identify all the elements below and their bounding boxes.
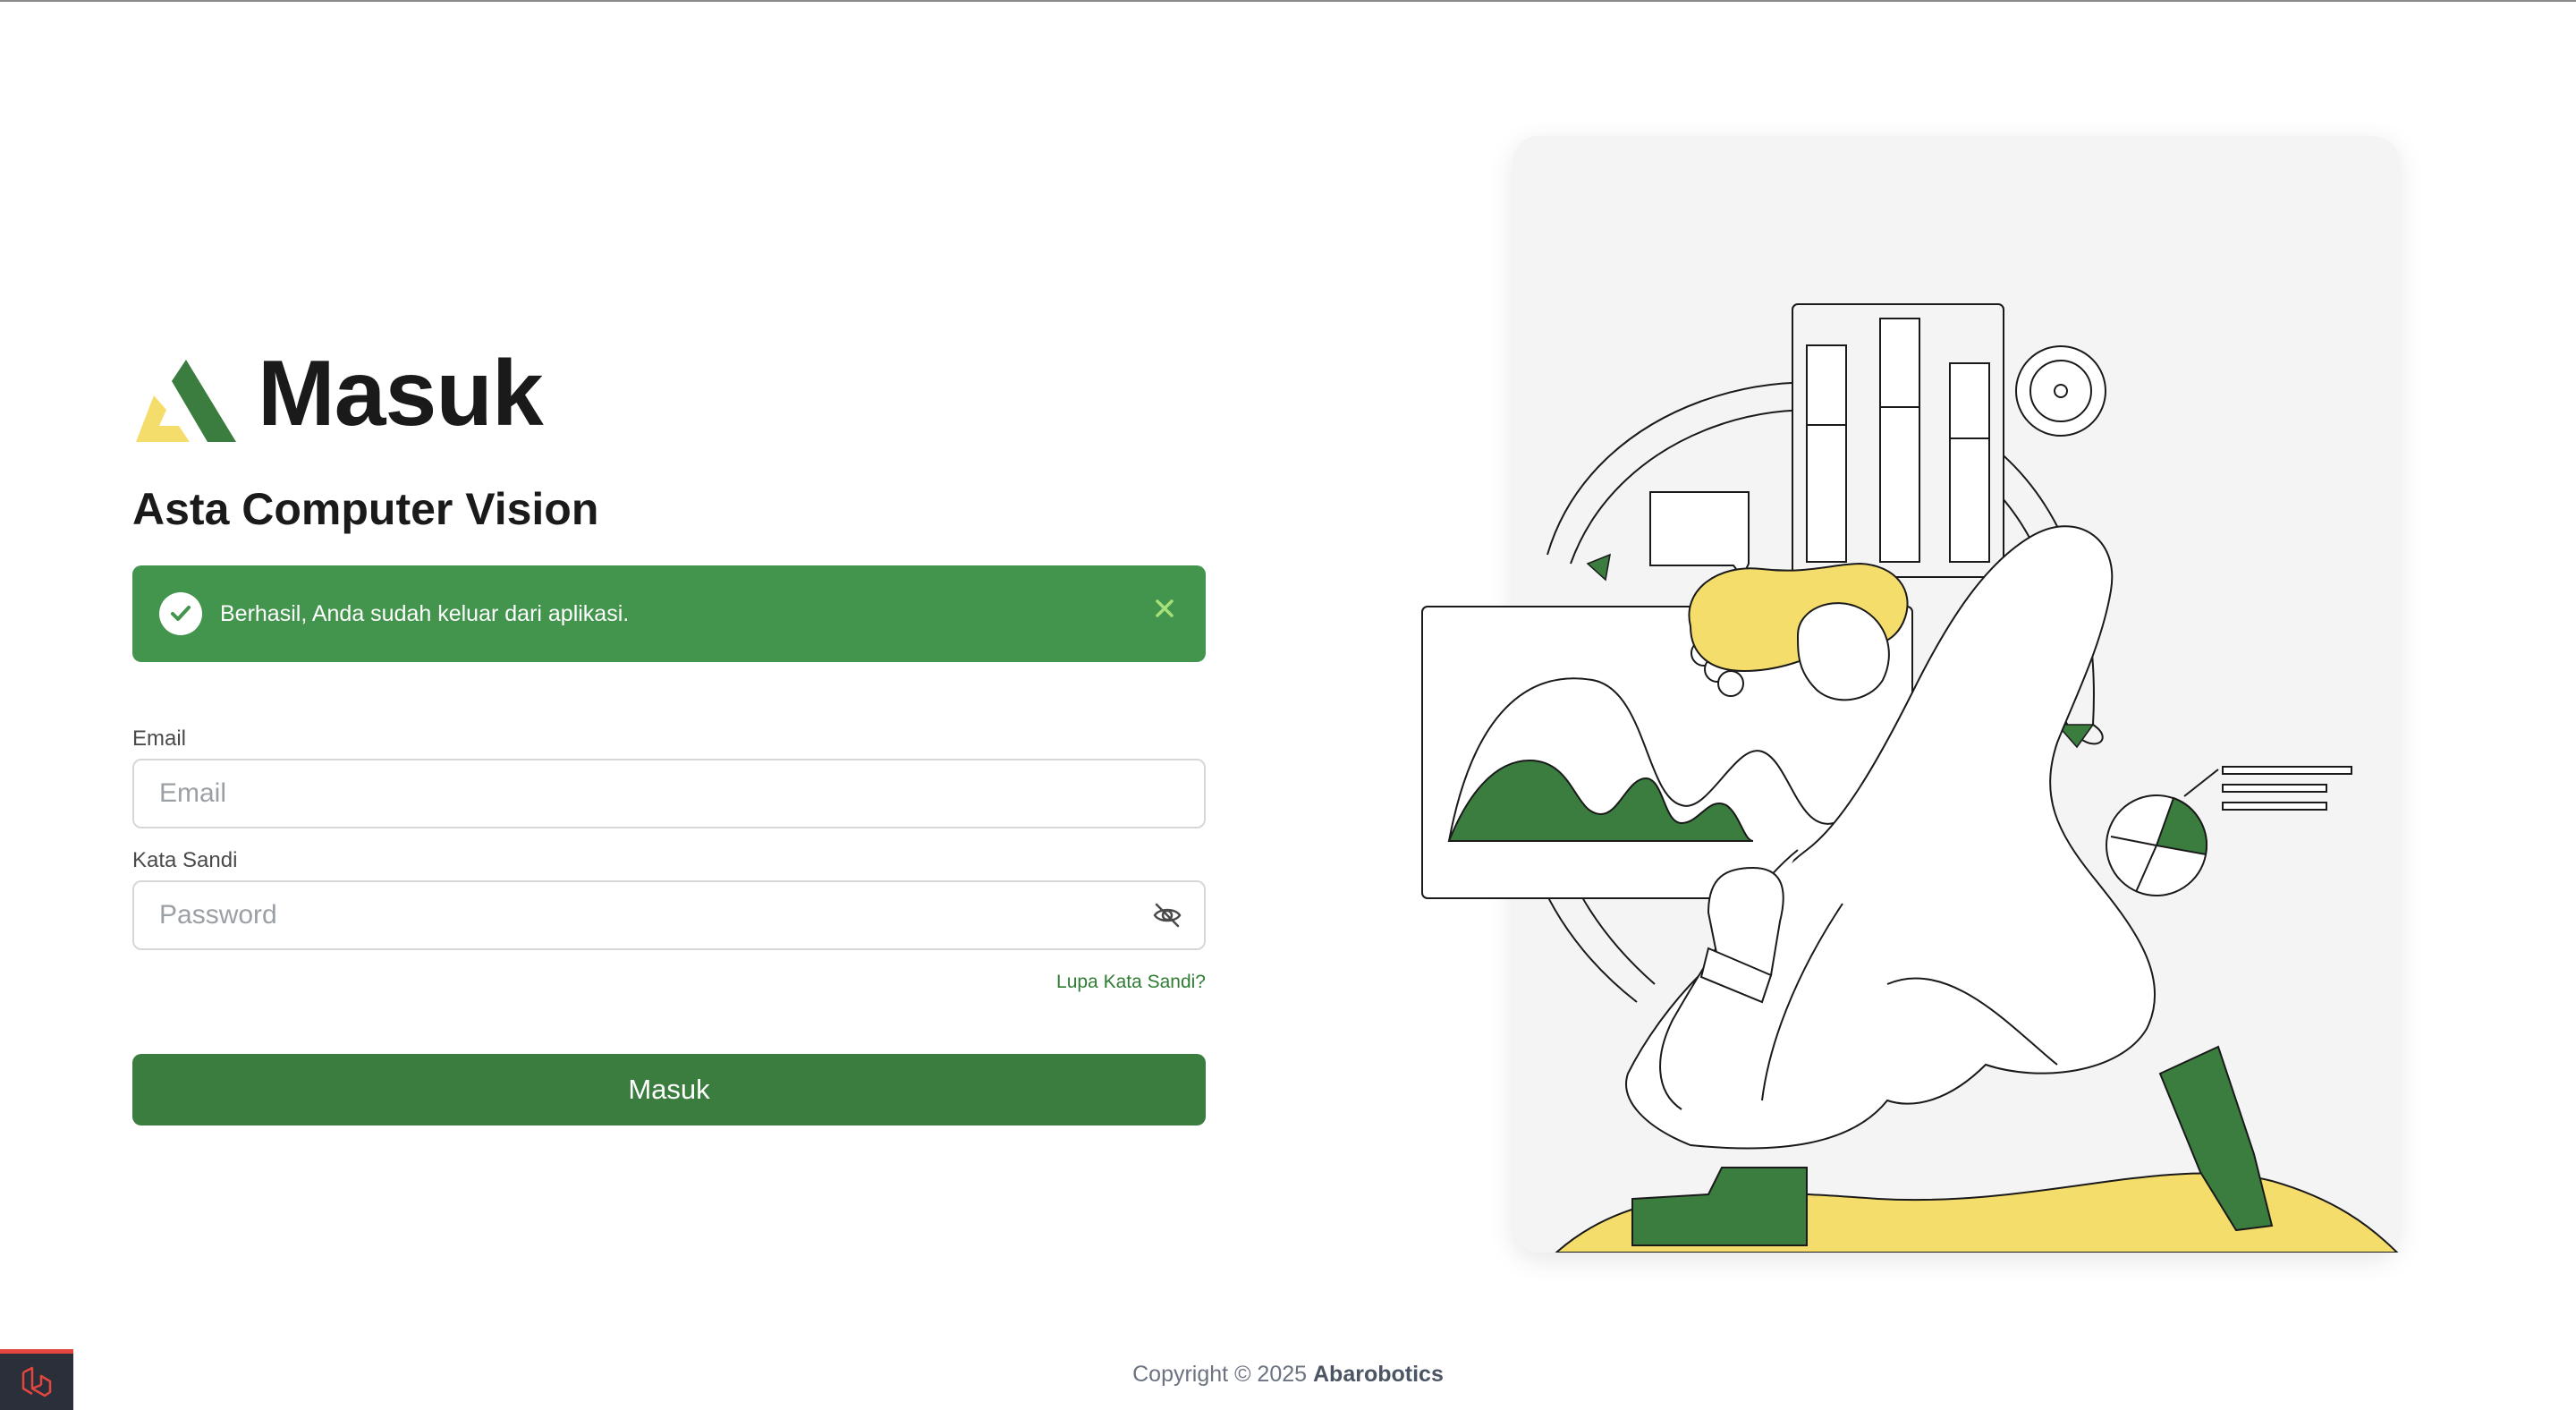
app-subtitle: Asta Computer Vision: [132, 484, 599, 534]
password-group: Kata Sandi: [132, 848, 1206, 950]
laravel-icon: [21, 1366, 52, 1397]
company-name: Abarobotics: [1313, 1362, 1444, 1387]
close-icon[interactable]: [1147, 590, 1182, 626]
eye-off-icon[interactable]: [1152, 900, 1182, 930]
success-alert: Berhasil, Anda sudah keluar dari aplikas…: [132, 565, 1206, 662]
check-circle-icon: [159, 592, 202, 635]
login-button[interactable]: Masuk: [132, 1054, 1206, 1125]
login-panel: Masuk Asta Computer Vision Berhasil, And…: [132, 340, 1206, 1125]
top-border: [0, 0, 2576, 2]
debug-toolbar-toggle[interactable]: [0, 1349, 73, 1410]
page-title: Masuk: [258, 341, 544, 446]
copyright-text: Copyright © 2025: [1132, 1362, 1308, 1387]
email-wrapper: [132, 759, 1206, 828]
password-input[interactable]: [132, 880, 1206, 950]
analytics-illustration: [1421, 303, 2399, 1253]
forgot-password-row: Lupa Kata Sandi?: [132, 972, 1206, 993]
email-input[interactable]: [132, 759, 1206, 828]
forgot-password-link[interactable]: Lupa Kata Sandi?: [1056, 972, 1206, 992]
asta-logo-icon: [136, 360, 236, 442]
password-wrapper: [132, 880, 1206, 950]
brand-header: Masuk: [132, 340, 1206, 447]
password-label: Kata Sandi: [132, 848, 238, 872]
footer-copyright: Copyright © 2025 Abarobotics: [0, 1362, 2576, 1388]
alert-message: Berhasil, Anda sudah keluar dari aplikas…: [220, 600, 630, 626]
email-label: Email: [132, 726, 187, 751]
email-group: Email: [132, 726, 1206, 828]
